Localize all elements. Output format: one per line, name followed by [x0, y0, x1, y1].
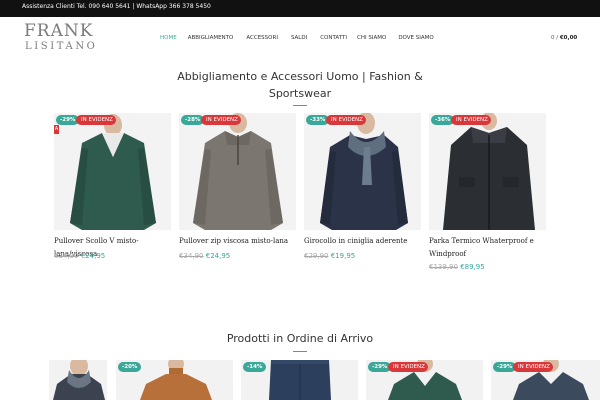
discount-badge: -20% — [118, 362, 142, 372]
arrivals-title-underline — [293, 351, 307, 352]
cart-count: 0 — [551, 35, 555, 41]
product-price: €34,90 €24,95 — [54, 251, 105, 261]
product-photo-pullover-green — [54, 113, 171, 230]
old-price: €29,90 — [304, 252, 329, 260]
featured-badge: IN EVIDENZ — [513, 362, 553, 372]
product-name[interactable]: Pullover zip viscosa misto-lana — [179, 235, 296, 248]
product-photo-pullover-zip — [179, 113, 296, 230]
product-name[interactable]: Parka Termico Whaterproof e Windproof — [429, 235, 546, 261]
product-photo-parka — [429, 113, 546, 230]
nav-item-home[interactable]: HOME — [160, 31, 177, 45]
nav-item-contatti[interactable]: CONTATTI — [320, 31, 347, 45]
arrival-photo-scarf — [49, 360, 107, 400]
cart-separator: / — [556, 35, 559, 41]
featured-title-text: Abbigliamento e Accessori Uomo | Fashion… — [177, 70, 423, 100]
top-info-bar: Assistenza Clienti Tel. 090 640 5641 | W… — [0, 0, 600, 17]
nav-item-chi-siamo[interactable]: CHI SIAMO — [357, 31, 386, 45]
product-name[interactable]: Girocollo in ciniglia aderente — [304, 235, 421, 248]
arrivals-section-title: Prodotti in Ordine di Arrivo — [226, 332, 374, 345]
featured-badge: IN EVIDENZ — [326, 115, 366, 125]
old-price: €34,90 — [54, 252, 79, 260]
featured-badge: IN EVIDENZ — [76, 115, 116, 125]
logo-line-2: LISITANO — [25, 41, 98, 52]
arrival-card[interactable] — [49, 360, 107, 400]
product-price: €29,90 €19,95 — [304, 251, 355, 261]
old-price: €34,90 — [179, 252, 204, 260]
arrival-card[interactable]: -29% IN EVIDENZ — [366, 360, 483, 400]
old-price: €139,90 — [429, 263, 458, 271]
product-image[interactable]: -28% IN EVIDENZ — [179, 113, 296, 230]
featured-title-underline — [293, 105, 307, 106]
nav-item-saldi[interactable]: SALDI — [291, 31, 307, 45]
product-image[interactable]: -29% IN EVIDENZ A — [54, 113, 171, 230]
featured-section-title: Abbigliamento e Accessori Uomo | Fashion… — [0, 68, 600, 102]
sale-price: €19,95 — [330, 252, 356, 260]
sale-price: €24,95 — [205, 252, 231, 260]
featured-badge: IN EVIDENZ — [451, 115, 491, 125]
arrival-card[interactable]: -20% — [116, 360, 233, 400]
featured-badge-wrap: A — [54, 125, 59, 134]
sale-price: €24,95 — [80, 252, 106, 260]
product-photo-girocollo — [304, 113, 421, 230]
discount-badge: -14% — [243, 362, 267, 372]
logo-line-1: FRANK — [24, 21, 94, 41]
nav-item-abbigliamento[interactable]: ABBIGLIAMENTO — [188, 31, 234, 45]
featured-badge: IN EVIDENZ — [201, 115, 241, 125]
sale-price: €89,95 — [460, 263, 485, 271]
nav-item-accessori[interactable]: ACCESSORI — [246, 31, 278, 45]
featured-badge: IN EVIDENZ — [388, 362, 428, 372]
arrival-card[interactable]: -14% — [241, 360, 358, 400]
product-image[interactable]: -36% IN EVIDENZ — [429, 113, 546, 230]
arrival-card[interactable]: -29% IN EVIDENZ — [491, 360, 600, 400]
contact-info-text: Assistenza Clienti Tel. 090 640 5641 | W… — [22, 3, 211, 10]
site-header: FRANK LISITANO HOME ABBIGLIAMENTO ACCESS… — [0, 17, 600, 59]
product-price: €34,90 €24,95 — [179, 251, 230, 261]
main-nav: HOME ABBIGLIAMENTO ACCESSORI SALDI CONTA… — [160, 31, 434, 45]
cart-summary[interactable]: 0 / €0,00 — [551, 31, 577, 45]
nav-item-dove-siamo[interactable]: DOVE SIAMO — [398, 31, 433, 45]
product-image[interactable]: -33% IN EVIDENZ — [304, 113, 421, 230]
product-price: €139,90 €89,95 — [429, 262, 485, 272]
site-logo[interactable]: FRANK LISITANO — [24, 22, 98, 56]
cart-total: €0,00 — [559, 35, 578, 41]
